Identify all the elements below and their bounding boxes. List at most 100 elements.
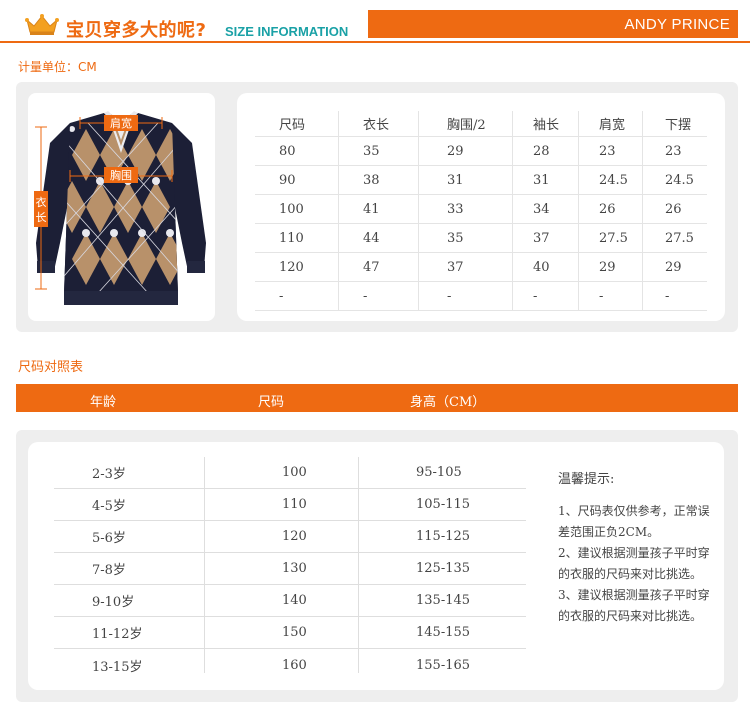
size-table-row: 80 35 29 28 23 23 — [255, 137, 707, 166]
size-table-cell: 35 — [339, 137, 419, 165]
size-table: 尺码 衣长 胸围/2 袖长 肩宽 下摆 80 35 29 28 23 23 90 38 31 31 24.5 24… — [255, 111, 707, 311]
size-table-cell: - — [419, 282, 513, 310]
age-table-row: 7-8岁 130 125-135 — [54, 553, 526, 585]
age-table-cell: 150 — [282, 625, 307, 640]
label-length-2: 长 — [36, 211, 47, 224]
size-chart-header-bar: 年龄 尺码 身高（CM） — [16, 384, 738, 412]
size-table-cell: - — [513, 282, 579, 310]
size-table-header-cell: 下摆 — [665, 118, 692, 133]
size-table-cell: 44 — [339, 224, 419, 252]
age-table-cell: 115-125 — [416, 529, 471, 544]
age-table-cell: 5-6岁 — [92, 531, 126, 546]
size-table-header-cell: 尺码 — [255, 111, 339, 136]
age-table-cell: 13-15岁 — [92, 659, 143, 675]
age-table-cell: 2-3岁 — [92, 467, 126, 482]
size-table-row: ------ — [255, 282, 707, 311]
column-divider — [358, 457, 359, 673]
size-table-cell: 110 — [255, 224, 339, 252]
size-chart-card: 2-3岁 100 95-105 4-5岁 110 105-115 5-6岁 120 115-12… — [28, 442, 724, 690]
size-table-cell: 23 — [665, 143, 682, 159]
age-table-row: 2-3岁 100 95-105 — [54, 457, 526, 489]
size-table-cell: 80 — [255, 137, 339, 165]
size-table-cell: - — [665, 288, 670, 304]
age-table-cell: 100 — [282, 465, 307, 480]
size-table-cell: 37 — [419, 253, 513, 281]
size-table-cell: 33 — [419, 195, 513, 223]
size-table-row: 90 38 31 31 24.5 24.5 — [255, 166, 707, 195]
size-table-cell: 47 — [339, 253, 419, 281]
age-table-row: 9-10岁 140 135-145 — [54, 585, 526, 617]
size-table-header-cell: 袖长 — [513, 111, 579, 136]
size-table-cell: 29 — [419, 137, 513, 165]
age-table-cell: 4-5岁 — [92, 499, 126, 514]
tips-title: 温馨提示: — [558, 472, 615, 487]
size-table-cell: - — [339, 282, 419, 310]
size-table-row: 120 47 37 40 29 29 — [255, 253, 707, 282]
size-table-cell: 40 — [513, 253, 579, 281]
size-table-cell: 24.5 — [665, 172, 694, 188]
column-divider — [204, 457, 205, 673]
header-divider — [0, 41, 750, 43]
size-table-cell: 31 — [419, 166, 513, 194]
age-table-cell: 145-155 — [416, 625, 471, 640]
age-table-cell: 125-135 — [416, 561, 471, 576]
header-age: 年龄 — [90, 395, 117, 410]
size-table-cell: 31 — [513, 166, 579, 194]
size-table-cell: 23 — [579, 137, 643, 165]
age-table-cell: 7-8岁 — [92, 563, 126, 578]
header-height: 身高（CM） — [410, 395, 486, 410]
tip-item: 1、尺码表仅供参考，正常误差范围正负2CM。 — [558, 504, 710, 539]
age-table-cell: 120 — [282, 529, 307, 544]
size-table-row: 100 41 33 34 26 26 — [255, 195, 707, 224]
size-table-cell: 38 — [339, 166, 419, 194]
size-table-cell: 24.5 — [579, 166, 643, 194]
age-table-cell: 105-115 — [416, 497, 471, 512]
label-chest: 胸围 — [110, 168, 132, 182]
tip-item: 2、建议根据测量孩子平时穿的衣服的尺码来对比挑选。 — [558, 546, 710, 581]
age-table-cell: 155-165 — [416, 657, 471, 673]
brand-name: ANDY PRINCE — [624, 16, 730, 33]
size-table-header: 尺码 衣长 胸围/2 袖长 肩宽 下摆 — [255, 111, 707, 137]
size-table-card: 尺码 衣长 胸围/2 袖长 肩宽 下摆 80 35 29 28 23 23 90 38 31 31 24.5 24… — [237, 93, 725, 321]
age-table-row: 4-5岁 110 105-115 — [54, 489, 526, 521]
brand-bar: ANDY PRINCE — [368, 10, 738, 38]
label-shoulder: 肩宽 — [110, 116, 132, 130]
age-table-row: 5-6岁 120 115-125 — [54, 521, 526, 553]
label-length-1: 衣 — [36, 195, 47, 209]
size-chart-panel: 2-3岁 100 95-105 4-5岁 110 105-115 5-6岁 120 115-12… — [16, 430, 738, 702]
tips-box: 温馨提示: 1、尺码表仅供参考，正常误差范围正负2CM。 2、建议根据测量孩子平… — [558, 468, 718, 627]
size-table-cell: 29 — [665, 259, 682, 275]
size-table-cell: 26 — [579, 195, 643, 223]
size-table-cell: 35 — [419, 224, 513, 252]
size-table-cell: 27.5 — [579, 224, 643, 252]
size-table-cell: 90 — [255, 166, 339, 194]
age-table: 2-3岁 100 95-105 4-5岁 110 105-115 5-6岁 120 115-12… — [54, 457, 526, 681]
size-table-cell: 100 — [255, 195, 339, 223]
sweater-illustration: 肩宽 胸围 衣 长 — [34, 111, 206, 305]
size-table-cell: 41 — [339, 195, 419, 223]
age-table-cell: 160 — [282, 657, 307, 673]
size-table-cell: 27.5 — [665, 230, 694, 246]
age-table-cell: 11-12岁 — [92, 627, 143, 642]
title-en: SIZE INFORMATION — [225, 24, 349, 39]
size-table-cell: 120 — [255, 253, 339, 281]
size-table-header-cell: 肩宽 — [579, 111, 643, 136]
measure-unit-label: 计量单位：CM — [18, 60, 97, 74]
age-table-cell: 130 — [282, 561, 307, 576]
age-table-cell: 135-145 — [416, 593, 471, 608]
size-table-cell: 37 — [513, 224, 579, 252]
size-chart-label: 尺码对照表 — [18, 360, 84, 375]
sweater-image-card: 肩宽 胸围 衣 长 — [28, 93, 215, 321]
size-table-cell: 29 — [579, 253, 643, 281]
size-info-panel: 肩宽 胸围 衣 长 尺码 衣长 胸围/2 袖长 肩宽 下摆 80 35 29 28 23 23 90 38… — [16, 82, 738, 332]
size-table-row: 110 44 35 37 27.5 27.5 — [255, 224, 707, 253]
age-table-cell: 110 — [282, 497, 307, 512]
size-table-cell: 34 — [513, 195, 579, 223]
page-header: 宝贝穿多大的呢? SIZE INFORMATION ANDY PRINCE — [0, 0, 750, 46]
size-table-header-cell: 胸围/2 — [419, 111, 513, 136]
header-size: 尺码 — [258, 395, 285, 410]
title-cn: 宝贝穿多大的呢? — [66, 20, 207, 41]
size-table-cell: - — [255, 282, 339, 310]
size-table-cell: 28 — [513, 137, 579, 165]
size-table-cell: 26 — [665, 201, 682, 217]
